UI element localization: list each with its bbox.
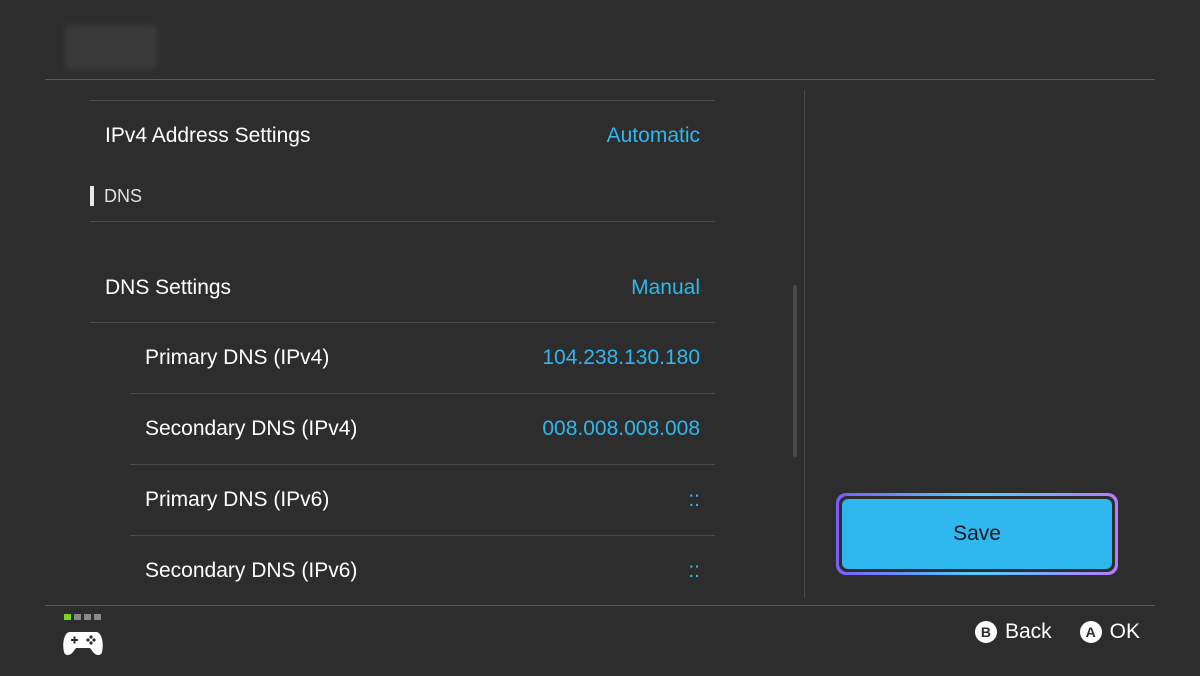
- row-label: Primary DNS (IPv6): [145, 488, 330, 511]
- back-action[interactable]: B Back: [974, 620, 1052, 644]
- row-label: DNS Settings: [105, 275, 232, 299]
- section-marker: [90, 186, 94, 206]
- a-button-icon: A: [1079, 621, 1102, 643]
- secondary-dns-ipv6-row[interactable]: Secondary DNS (IPv6) ::: [130, 535, 715, 606]
- save-button[interactable]: Save: [842, 499, 1112, 569]
- primary-dns-ipv6-row[interactable]: Primary DNS (IPv6) ::: [130, 464, 715, 535]
- b-button-icon: B: [974, 621, 997, 643]
- header: [0, 0, 1200, 80]
- scrollbar[interactable]: [793, 285, 797, 457]
- secondary-dns-ipv4-row[interactable]: Secondary DNS (IPv4) 008.008.008.008: [130, 393, 715, 464]
- gamepad-icon: [63, 632, 103, 655]
- save-button-focus-ring: Save: [836, 493, 1118, 575]
- ok-label: OK: [1109, 620, 1140, 643]
- dns-settings-row[interactable]: DNS Settings Manual: [90, 252, 715, 323]
- row-value: Manual: [631, 275, 700, 299]
- ok-action[interactable]: A OK: [1079, 620, 1140, 644]
- row-label: Secondary DNS (IPv6): [145, 558, 358, 582]
- primary-dns-ipv4-row[interactable]: Primary DNS (IPv4) 104.238.130.180: [90, 322, 715, 393]
- header-divider: [45, 79, 1155, 80]
- page-title-blurred: [65, 25, 157, 69]
- row-label: Secondary DNS (IPv4): [145, 417, 358, 440]
- footer-divider: [45, 605, 1155, 606]
- back-label: Back: [1004, 620, 1052, 643]
- row-label: IPv4 Address Settings: [105, 124, 311, 147]
- row-value: ::: [688, 488, 700, 511]
- section-header-dns: DNS: [90, 171, 715, 222]
- save-button-label: Save: [953, 522, 1001, 545]
- row-value: Automatic: [606, 124, 700, 147]
- row-value: ::: [688, 558, 700, 582]
- row-value: 008.008.008.008: [542, 417, 700, 440]
- row-label: Primary DNS (IPv4): [145, 346, 330, 369]
- row-value: 104.238.130.180: [542, 346, 700, 369]
- footer-actions: B Back A OK: [974, 620, 1140, 644]
- section-label: DNS: [104, 185, 143, 206]
- ipv4-address-settings-row[interactable]: IPv4 Address Settings Automatic: [90, 100, 715, 171]
- panel-divider: [804, 90, 805, 598]
